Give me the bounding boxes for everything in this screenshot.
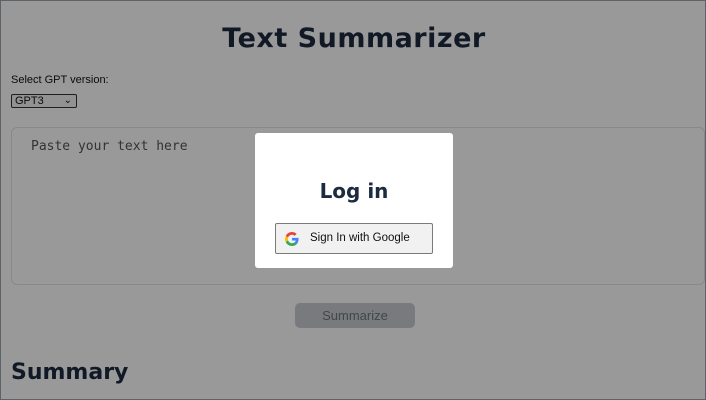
google-g-icon xyxy=(285,232,299,246)
login-modal: Log in Sign In with Google xyxy=(255,133,453,268)
google-sign-in-button[interactable]: Sign In with Google xyxy=(275,223,433,254)
google-sign-in-label: Sign In with Google xyxy=(310,232,410,244)
login-title: Log in xyxy=(319,179,389,203)
